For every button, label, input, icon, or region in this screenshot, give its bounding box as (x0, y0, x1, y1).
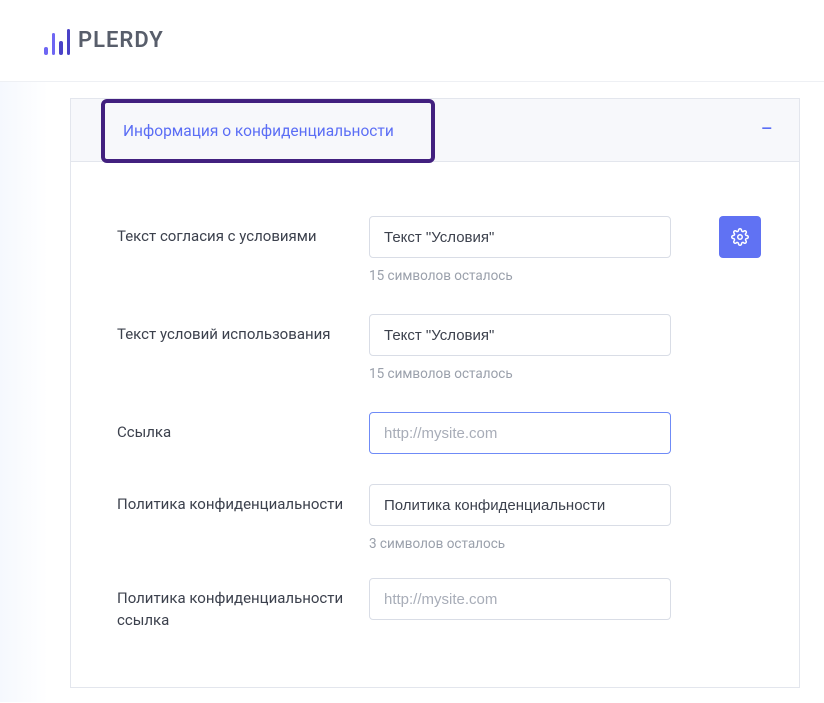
brand-logo: PLERDY (44, 27, 164, 55)
brand-name: PLERDY (78, 28, 164, 53)
hint-agree-text: 15 символов осталось (369, 268, 701, 284)
hint-privacy-policy: 3 символов осталось (369, 536, 761, 552)
settings-card: Информация о конфиденциальности − Текст … (70, 98, 800, 688)
gear-icon (731, 228, 749, 246)
row-privacy-policy: Политика конфиденциальности 3 символов о… (117, 484, 761, 552)
input-terms-text[interactable] (369, 314, 671, 356)
left-shade (0, 82, 48, 702)
hint-terms-text: 15 символов осталось (369, 366, 761, 382)
collapse-icon[interactable]: − (760, 119, 773, 141)
row-link: Ссылка (117, 412, 761, 454)
label-link: Ссылка (117, 412, 369, 444)
input-privacy-policy[interactable] (369, 484, 671, 526)
row-privacy-policy-link: Политика конфиденциальности ссылка (117, 578, 761, 632)
label-privacy-policy: Политика конфиденциальности (117, 484, 369, 516)
topbar: PLERDY (0, 0, 824, 82)
settings-button[interactable] (719, 216, 761, 258)
logo-bars-icon (44, 27, 70, 55)
label-terms-text: Текст условий использования (117, 314, 369, 346)
row-terms-text: Текст условий использования 15 символов … (117, 314, 761, 382)
label-privacy-policy-link: Политика конфиденциальности ссылка (117, 578, 369, 632)
input-privacy-policy-link[interactable] (369, 578, 671, 620)
panel-body: Текст согласия с условиями 15 символов о… (71, 162, 799, 682)
input-agree-text[interactable] (369, 216, 671, 258)
input-link[interactable] (369, 412, 671, 454)
panel-title: Информация о конфиденциальности (123, 122, 394, 140)
panel-title-highlight: Информация о конфиденциальности (101, 99, 435, 163)
panel-header[interactable]: Информация о конфиденциальности − (71, 98, 799, 162)
row-agree-text: Текст согласия с условиями 15 символов о… (117, 216, 761, 284)
label-agree-text: Текст согласия с условиями (117, 216, 369, 248)
